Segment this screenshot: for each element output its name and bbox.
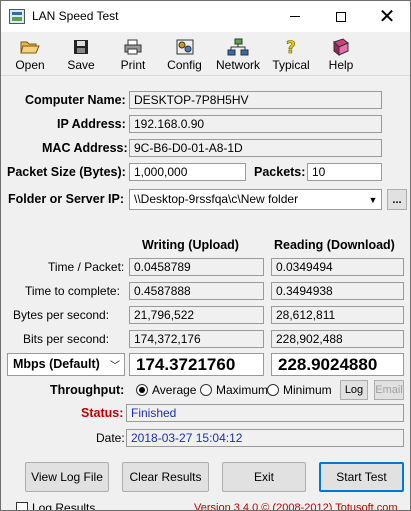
write-bytes-per-second: 21,796,522 <box>129 306 264 324</box>
throughput-average-label: Average <box>152 383 197 397</box>
minimize-button[interactable] <box>272 1 318 32</box>
packets-label: Packets: <box>254 165 306 179</box>
question-mark-icon: ? <box>267 37 315 56</box>
ip-address-field: 192.168.0.90 <box>129 115 382 133</box>
radio-selected-icon <box>136 384 148 396</box>
clear-results-button[interactable]: Clear Results <box>122 462 209 492</box>
toolbar-open-button[interactable]: Open <box>10 37 50 75</box>
throughput-minimum-label: Minimum <box>283 383 332 397</box>
maximize-icon <box>336 11 346 22</box>
email-button[interactable]: Email <box>374 380 404 400</box>
read-time-to-complete: 0.3494938 <box>271 282 404 300</box>
computer-name-field: DESKTOP-7P8H5HV <box>129 91 382 109</box>
throughput-minimum-radio[interactable]: Minimum <box>267 383 332 397</box>
view-log-file-button[interactable]: View Log File <box>25 462 109 492</box>
svg-text:?: ? <box>286 38 296 56</box>
read-bytes-per-second: 28,612,811 <box>271 306 404 324</box>
computer-name-label: Computer Name: <box>25 93 126 107</box>
log-results-checkbox[interactable]: Log Results <box>16 501 96 511</box>
packet-size-input[interactable]: 1,000,000 <box>129 163 246 181</box>
status-label: Status: <box>81 406 124 420</box>
chevron-down-icon: ﹀ <box>110 361 120 372</box>
toolbar-network-label: Network <box>215 58 260 72</box>
minimize-icon <box>290 16 300 17</box>
reading-header: Reading (Download) <box>274 238 395 252</box>
write-time-to-complete: 0.4587888 <box>129 282 264 300</box>
toolbar: Open Save Print Config Network ? Typical… <box>1 32 410 76</box>
unit-select-value: Mbps (Default) <box>13 357 100 371</box>
bits-per-second-label: Bits per second: <box>23 332 110 346</box>
ip-address-label: IP Address: <box>57 117 126 131</box>
time-to-complete-label: Time to complete: <box>25 284 120 298</box>
checkbox-unchecked-icon <box>16 502 28 510</box>
toolbar-save-label: Save <box>67 58 95 72</box>
folder-server-label: Folder or Server IP: <box>8 192 125 206</box>
log-results-label: Log Results <box>32 501 96 511</box>
packet-size-label: Packet Size (Bytes): <box>7 165 126 179</box>
main-window: LAN Speed Test ✕ Open Save Print Config … <box>0 0 411 511</box>
toolbar-save-button[interactable]: Save <box>61 37 101 75</box>
unit-select[interactable]: Mbps (Default) ﹀ <box>7 353 125 376</box>
floppy-disk-icon <box>61 37 101 56</box>
mac-address-label: MAC Address: <box>42 141 128 155</box>
writing-header: Writing (Upload) <box>142 238 239 252</box>
throughput-average-radio[interactable]: Average <box>136 383 196 397</box>
toolbar-print-label: Print <box>120 58 146 72</box>
throughput-maximum-radio[interactable]: Maximum <box>200 383 268 397</box>
toolbar-print-button[interactable]: Print <box>113 37 153 75</box>
date-field: 2018-03-27 15:04:12 <box>126 429 404 447</box>
bytes-per-second-label: Bytes per second: <box>13 308 110 322</box>
toolbar-help-label: Help <box>328 58 354 72</box>
radio-unselected-icon <box>200 384 212 396</box>
throughput-label: Throughput: <box>50 383 125 397</box>
close-icon: ✕ <box>378 6 396 28</box>
folder-server-value: \\Desktop-9rssfqa\c\New folder <box>134 192 299 206</box>
printer-icon <box>113 37 153 56</box>
version-text: Version 3.4.0 © (2008-2012) Totusoft.com <box>194 502 398 511</box>
read-speed-result: 228.9024880 <box>271 353 404 376</box>
write-bits-per-second: 174,372,176 <box>129 330 264 348</box>
title-bar[interactable]: LAN Speed Test ✕ <box>1 1 410 32</box>
read-bits-per-second: 228,902,488 <box>271 330 404 348</box>
mac-address-field: 9C-B6-D0-01-A8-1D <box>129 139 382 157</box>
packets-input[interactable]: 10 <box>307 163 382 181</box>
read-time-per-packet: 0.0349494 <box>271 258 404 276</box>
time-per-packet-label: Time / Packet: <box>48 260 125 274</box>
config-gears-icon <box>162 37 207 56</box>
radio-unselected-icon <box>267 384 279 396</box>
toolbar-help-button[interactable]: Help <box>321 37 361 75</box>
network-icon <box>212 37 264 56</box>
date-label: Date: <box>96 431 125 445</box>
toolbar-config-button[interactable]: Config <box>162 37 207 75</box>
write-time-per-packet: 0.0458789 <box>129 258 264 276</box>
maximize-button[interactable] <box>318 1 364 32</box>
start-test-button[interactable]: Start Test <box>319 462 404 492</box>
help-book-icon <box>321 37 361 56</box>
browse-button[interactable]: ... <box>387 189 407 210</box>
exit-button[interactable]: Exit <box>222 462 306 492</box>
toolbar-typical-label: Typical <box>272 58 310 72</box>
throughput-maximum-label: Maximum <box>216 383 269 397</box>
app-icon <box>9 9 25 24</box>
toolbar-typical-button[interactable]: ? Typical <box>267 37 315 75</box>
log-button[interactable]: Log <box>340 380 368 400</box>
folder-server-combo[interactable]: \\Desktop-9rssfqa\c\New folder ▼ <box>129 189 382 210</box>
status-field: Finished <box>126 404 404 422</box>
toolbar-network-button[interactable]: Network <box>212 37 264 75</box>
folder-open-icon <box>10 37 50 56</box>
close-button[interactable]: ✕ <box>364 1 410 32</box>
toolbar-open-label: Open <box>15 58 45 72</box>
write-speed-result: 174.3721760 <box>129 353 264 376</box>
window-title: LAN Speed Test <box>32 9 119 23</box>
chevron-down-icon[interactable]: ▼ <box>365 190 381 209</box>
toolbar-config-label: Config <box>167 58 202 72</box>
